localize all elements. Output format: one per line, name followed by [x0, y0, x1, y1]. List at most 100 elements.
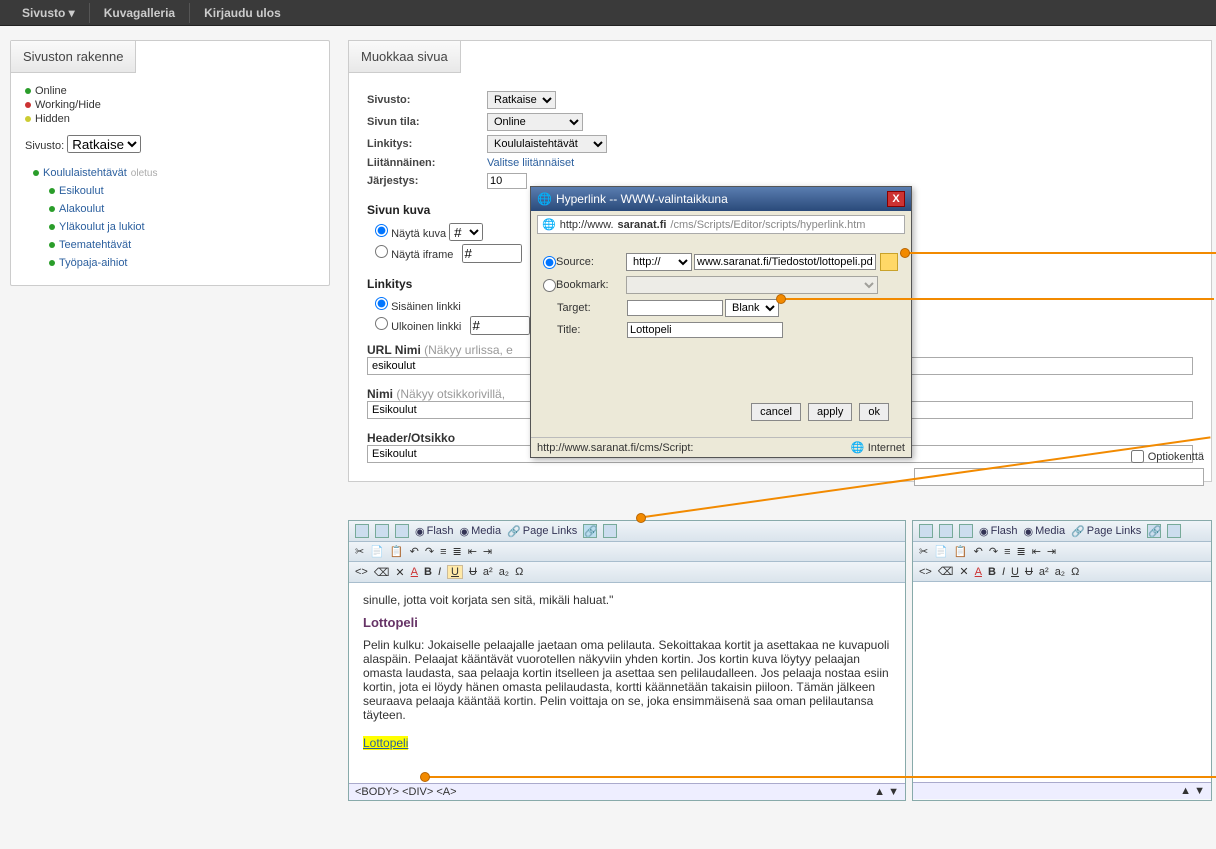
color-icon[interactable]: A: [975, 566, 982, 578]
table-icon[interactable]: [919, 524, 933, 538]
flash-button[interactable]: ◉ Flash: [415, 525, 454, 538]
sisainen-radio[interactable]: [375, 297, 388, 310]
bold-icon[interactable]: B: [424, 566, 432, 578]
protocol-select[interactable]: http://: [626, 253, 692, 271]
cut-icon[interactable]: ✂: [919, 545, 928, 558]
status-arrows[interactable]: ▲ ▼: [874, 786, 899, 798]
copy-icon[interactable]: 📄: [934, 545, 948, 558]
optiokentta-checkbox[interactable]: [1131, 450, 1144, 463]
omega-icon[interactable]: Ω: [1071, 566, 1079, 578]
browse-icon[interactable]: [880, 253, 898, 271]
underline-icon[interactable]: U: [447, 565, 463, 579]
strike-icon[interactable]: U: [469, 566, 477, 578]
tree-child[interactable]: Teematehtävät: [25, 239, 315, 251]
ok-button[interactable]: ok: [859, 403, 889, 421]
paste-icon[interactable]: 📋: [390, 545, 404, 558]
media-button[interactable]: ◉ Media: [1024, 525, 1066, 538]
pagelinks-button[interactable]: 🔗 Page Links: [507, 525, 577, 538]
tree-child[interactable]: Työpaja-aihiot: [25, 257, 315, 269]
italic-icon[interactable]: I: [1002, 566, 1005, 578]
outdent-icon[interactable]: ⇤: [468, 545, 477, 558]
outdent-icon[interactable]: ⇤: [1032, 545, 1041, 558]
jarjestys-input[interactable]: [487, 173, 527, 189]
tila-select[interactable]: Online: [487, 113, 583, 131]
link-icon[interactable]: 🔗: [583, 524, 597, 538]
erase-icon[interactable]: ⌫: [374, 566, 390, 579]
editor-content[interactable]: sinulle, jotta voit korjata sen sitä, mi…: [349, 583, 905, 783]
redo-icon[interactable]: ↷: [425, 545, 434, 558]
strike-icon[interactable]: U: [1025, 566, 1033, 578]
main-tab[interactable]: Muokkaa sivua: [349, 41, 461, 73]
nav-kuvagalleria[interactable]: Kuvagalleria: [92, 6, 187, 20]
image-icon[interactable]: [603, 524, 617, 538]
tree-child[interactable]: Yläkoulut ja lukiot: [25, 221, 315, 233]
underline-icon[interactable]: U: [1011, 566, 1019, 578]
copy-icon[interactable]: 📄: [370, 545, 384, 558]
indent-icon[interactable]: ⇥: [483, 545, 492, 558]
bold-icon[interactable]: B: [988, 566, 996, 578]
grid-icon[interactable]: [375, 524, 389, 538]
nav-logout[interactable]: Kirjaudu ulos: [192, 6, 293, 20]
nayta-kuva-radio[interactable]: [375, 224, 388, 237]
left-tab[interactable]: Sivuston rakenne: [11, 41, 136, 73]
table-icon[interactable]: [355, 524, 369, 538]
sup-icon[interactable]: a²: [1039, 566, 1049, 578]
link-icon[interactable]: 🔗: [1147, 524, 1161, 538]
cut-icon[interactable]: ✂: [355, 545, 364, 558]
list-icon[interactable]: ≡: [440, 546, 446, 558]
nav-sivusto[interactable]: Sivusto ▾: [10, 6, 87, 20]
title-input[interactable]: [627, 322, 783, 338]
clear-icon[interactable]: ✕: [959, 565, 968, 578]
dialog-titlebar[interactable]: 🌐Hyperlink -- WWW-valintaikkuna X: [531, 187, 911, 211]
optiokentta-input[interactable]: [914, 468, 1204, 486]
kuva-select[interactable]: #: [449, 223, 483, 241]
olist-icon[interactable]: ≣: [452, 545, 461, 558]
sub-icon[interactable]: a₂: [499, 566, 509, 578]
image-icon[interactable]: [1167, 524, 1181, 538]
close-button[interactable]: X: [887, 191, 905, 207]
linkitys-select[interactable]: Koululaistehtävät: [487, 135, 607, 153]
apply-button[interactable]: apply: [808, 403, 852, 421]
omega-icon[interactable]: Ω: [515, 566, 523, 578]
target-select[interactable]: Blank: [725, 299, 779, 317]
code-icon[interactable]: <>: [355, 566, 368, 578]
pagelinks-button[interactable]: 🔗 Page Links: [1071, 525, 1141, 538]
undo-icon[interactable]: ↶: [410, 545, 419, 558]
ulkoinen-input[interactable]: [470, 316, 530, 335]
indent-icon[interactable]: ⇥: [1047, 545, 1056, 558]
flash-button[interactable]: ◉ Flash: [979, 525, 1018, 538]
grid2-icon[interactable]: [395, 524, 409, 538]
tree-root[interactable]: Koululaistehtävätoletus: [25, 167, 315, 179]
target-input[interactable]: [627, 300, 723, 316]
source-radio[interactable]: [543, 256, 556, 269]
paste-icon[interactable]: 📋: [954, 545, 968, 558]
editor-content[interactable]: [913, 582, 1211, 782]
undo-icon[interactable]: ↶: [974, 545, 983, 558]
grid2-icon[interactable]: [959, 524, 973, 538]
selected-link[interactable]: Lottopeli: [363, 736, 408, 750]
tree-child[interactable]: Alakoulut: [25, 203, 315, 215]
bookmark-radio[interactable]: [543, 279, 556, 292]
media-button[interactable]: ◉ Media: [460, 525, 502, 538]
erase-icon[interactable]: ⌫: [938, 565, 954, 578]
italic-icon[interactable]: I: [438, 566, 441, 578]
source-url-input[interactable]: [694, 254, 876, 270]
ulkoinen-radio[interactable]: [375, 317, 388, 330]
iframe-input[interactable]: [462, 244, 522, 263]
nayta-iframe-radio[interactable]: [375, 245, 388, 258]
sub-icon[interactable]: a₂: [1055, 566, 1065, 578]
color-icon[interactable]: A: [411, 566, 418, 578]
liitannainen-link[interactable]: Valitse liitännäiset: [487, 157, 574, 169]
clear-icon[interactable]: ✕: [395, 566, 404, 579]
code-icon[interactable]: <>: [919, 566, 932, 578]
tree-child[interactable]: Esikoulut: [25, 185, 315, 197]
sivusto-select[interactable]: Ratkaise: [67, 135, 141, 153]
main-sivusto-select[interactable]: Ratkaise: [487, 91, 556, 109]
sup-icon[interactable]: a²: [483, 566, 493, 578]
redo-icon[interactable]: ↷: [989, 545, 998, 558]
olist-icon[interactable]: ≣: [1016, 545, 1025, 558]
cancel-button[interactable]: cancel: [751, 403, 801, 421]
list-icon[interactable]: ≡: [1004, 546, 1010, 558]
status-arrows[interactable]: ▲ ▼: [1180, 785, 1205, 797]
grid-icon[interactable]: [939, 524, 953, 538]
